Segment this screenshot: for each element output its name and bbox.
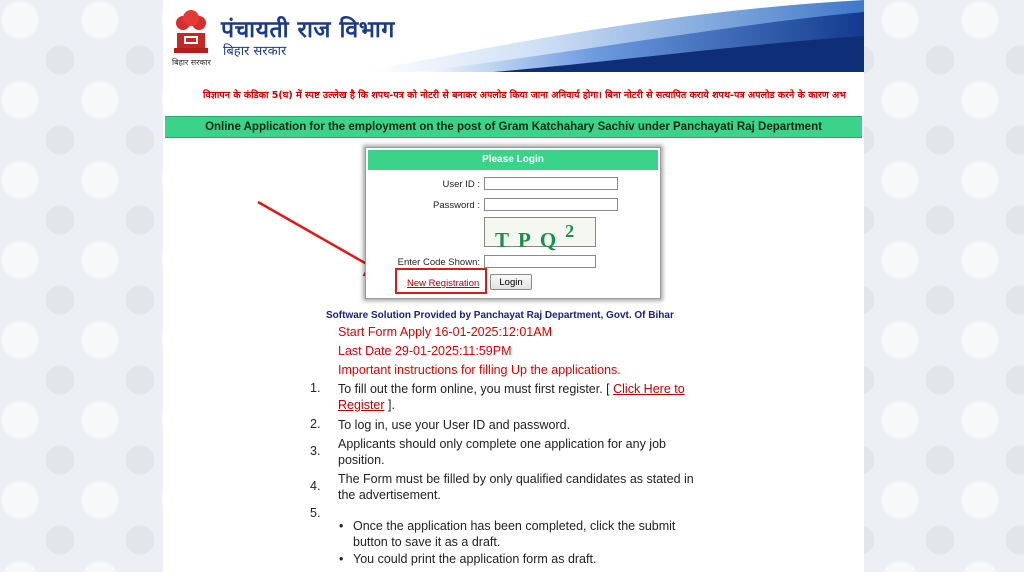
userid-input[interactable] [484, 177, 618, 190]
software-provider-text: Software Solution Provided by Panchayat … [326, 310, 674, 321]
department-title: पंचायती राज विभाग [221, 17, 395, 43]
list-item: You could print the application form as … [339, 551, 713, 567]
login-panel: Please Login User ID : Password : TPQ2 E… [365, 147, 661, 299]
bihar-emblem-icon [174, 10, 208, 53]
captcha-image: TPQ2 [484, 217, 596, 252]
instruction-number: 1. [310, 381, 321, 395]
instruction-number: 2. [310, 417, 321, 431]
instruction-text: Applicants should only complete one appl… [338, 437, 666, 467]
captcha-code-input[interactable] [484, 255, 596, 268]
captcha-superscript: 2 [565, 221, 584, 241]
login-panel-title: Please Login [368, 150, 658, 170]
instruction-text: To log in, use your User ID and password… [338, 418, 571, 432]
captcha-code-label: Enter Code Shown: [397, 257, 480, 268]
start-date-text: Start Form Apply 16-01-2025:12:01AM [338, 325, 553, 339]
instruction-text: To fill out the form online, you must fi… [338, 381, 708, 413]
new-registration-link[interactable]: New Registration [407, 278, 479, 289]
captcha-text: TPQ [495, 228, 566, 252]
instruction-text-post: ]. [384, 398, 395, 412]
instruction-text-pre: To fill out the form online, you must fi… [338, 382, 614, 396]
department-subtitle: बिहार सरकार [223, 44, 287, 59]
last-date-text: Last Date 29-01-2025:11:59PM [338, 344, 512, 358]
instruction-text: The Form must be filled by only qualifie… [338, 472, 694, 502]
site-header: बिहार सरकार पंचायती राज विभाग बिहार सरका… [163, 0, 864, 72]
page: बिहार सरकार पंचायती राज विभाग बिहार सरका… [163, 0, 864, 572]
login-button[interactable]: Login [490, 274, 532, 290]
password-input[interactable] [484, 198, 618, 211]
new-registration-highlight: New Registration [395, 268, 487, 294]
instructions-heading: Important instructions for filling Up th… [338, 363, 621, 377]
password-label: Password : [433, 200, 480, 211]
instruction-number: 4. [310, 479, 321, 493]
userid-label: User ID : [442, 179, 480, 190]
emblem-caption: बिहार सरकार [172, 58, 211, 67]
instruction-number: 5. [310, 506, 321, 520]
scrolling-notice: विज्ञापन के कंडिका 5(घ) में स्पष्ट उल्ले… [203, 90, 846, 101]
page-banner: Online Application for the employment on… [165, 116, 862, 138]
list-item: Once the application has been completed,… [339, 518, 713, 550]
instruction-number: 3. [310, 444, 321, 458]
